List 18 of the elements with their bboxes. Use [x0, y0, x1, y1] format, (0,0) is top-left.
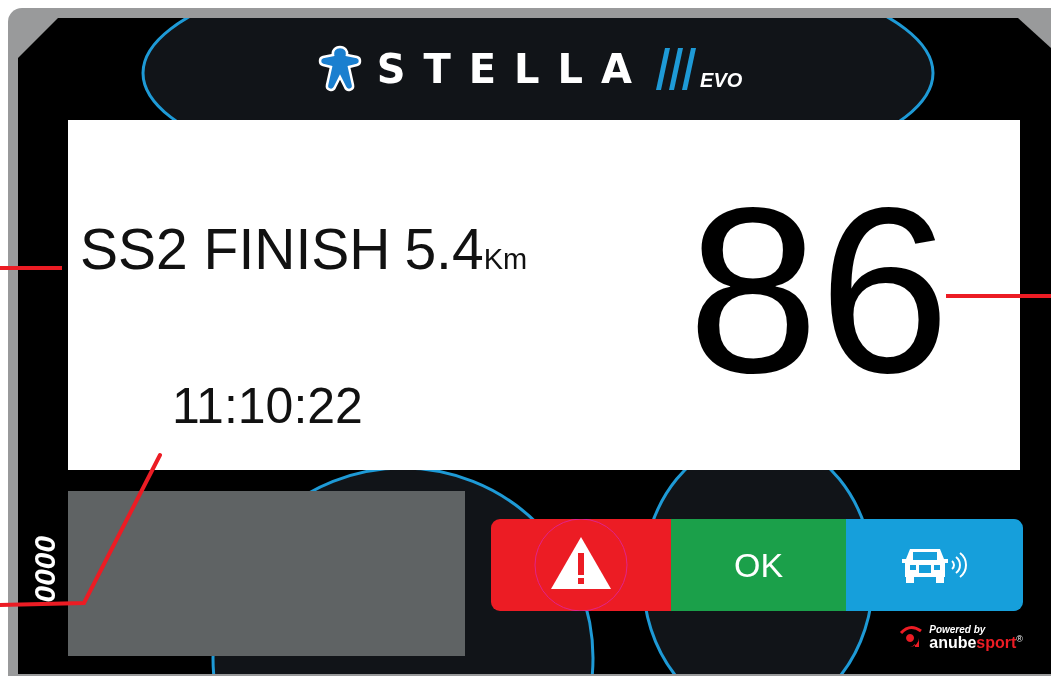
brand-word: sport — [976, 635, 1017, 651]
clock-time: 11:10:22 — [172, 376, 364, 435]
alert-button[interactable] — [491, 519, 671, 611]
counter-label: 0000 — [30, 535, 60, 602]
speed-value: 86 — [687, 172, 950, 408]
ok-button[interactable]: OK — [671, 519, 846, 611]
distance-value: 5.4 — [404, 215, 484, 282]
unit-label: Km — [483, 242, 528, 276]
warning-icon — [533, 519, 629, 611]
leader-line — [0, 266, 62, 270]
stage-label: SS2 FINISH — [80, 215, 391, 282]
registered-mark: ® — [1016, 635, 1023, 644]
figure-icon — [316, 44, 363, 94]
brand-word: anube — [929, 635, 977, 651]
powered-by-label: Powered by — [929, 625, 987, 635]
vehicle-button[interactable] — [846, 519, 1023, 611]
edition-label: EVO — [700, 69, 743, 92]
brand-name: STELLA — [376, 46, 651, 92]
